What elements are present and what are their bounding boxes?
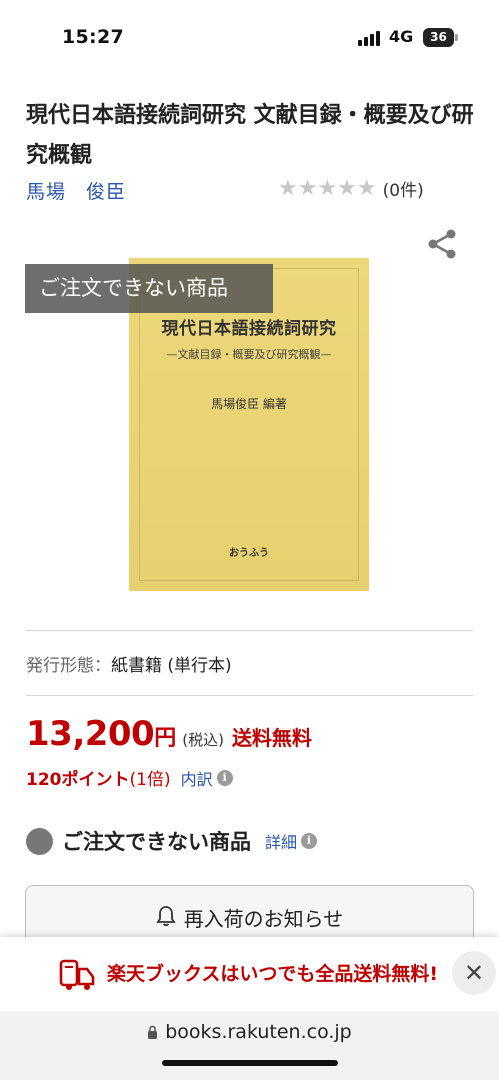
unavailable-overlay: ご注文できない商品 <box>25 264 273 313</box>
cover-title: 現代日本語接続詞研究 <box>161 319 337 339</box>
info-icon[interactable]: i <box>216 769 233 786</box>
bell-icon <box>156 906 176 927</box>
info-icon[interactable]: i <box>301 833 318 849</box>
cover-subtitle: —文献目録・概要及び研究概観— <box>166 348 332 361</box>
detail-link[interactable]: 詳細 <box>265 829 297 853</box>
price-row: 13,200 円 (税込) 送料無料 <box>26 714 312 754</box>
divider <box>26 695 473 696</box>
status-dot-icon <box>26 827 53 855</box>
availability-text: ご注文できない商品 <box>62 830 251 854</box>
home-indicator[interactable] <box>162 1060 338 1066</box>
points-row: 120ポイント (1倍) 内訳 i <box>26 765 233 790</box>
truck-icon <box>59 959 95 990</box>
battery-tip <box>455 34 458 41</box>
lock-icon <box>148 1025 158 1039</box>
availability-status: ご注文できない商品 詳細 i <box>26 826 318 856</box>
status-time: 15:27 <box>62 26 124 48</box>
status-bar: 15:27 4G 36 <box>0 0 499 76</box>
network-type: 4G <box>389 27 414 46</box>
url-text: books.rakuten.co.jp <box>165 1021 352 1043</box>
divider <box>26 630 473 631</box>
browser-url-bar[interactable]: books.rakuten.co.jp <box>0 1011 499 1080</box>
free-shipping-label: 送料無料 <box>231 726 312 750</box>
format-row: 発行形態：紙書籍 (単行本) <box>26 651 232 676</box>
format-value: 紙書籍 (単行本) <box>111 656 232 676</box>
cover-editor: 馬場俊臣 編著 <box>211 397 287 411</box>
format-label: 発行形態： <box>26 656 111 676</box>
close-icon[interactable]: ✕ <box>452 951 496 995</box>
review-count: (0件) <box>382 181 424 201</box>
tax-note: (税込) <box>182 731 224 749</box>
promo-text: 楽天ブックスはいつでも全品送料無料! <box>107 963 439 985</box>
share-icon[interactable] <box>424 226 460 262</box>
product-title: 現代日本語接続詞研究 文献目録・概要及び研究概観 <box>26 103 474 168</box>
signal-icon <box>358 30 384 46</box>
rating-stars: ★★★★★ <box>278 176 377 201</box>
price-unit: 円 <box>154 726 177 751</box>
promo-banner[interactable]: 楽天ブックスはいつでも全品送料無料! ✕ <box>0 937 499 1011</box>
price-amount: 13,200 <box>26 714 155 754</box>
battery-icon: 36 <box>423 28 454 47</box>
url-content: books.rakuten.co.jp <box>0 1021 499 1043</box>
points-breakdown-link[interactable]: 内訳 <box>181 766 213 790</box>
author-link[interactable]: 馬場 俊臣 <box>26 177 126 204</box>
points-amount: 120ポイント <box>26 770 130 790</box>
rating[interactable]: ★★★★★ (0件) <box>278 176 424 201</box>
restock-label: 再入荷のお知らせ <box>183 907 344 931</box>
cover-publisher: おうふう <box>229 548 269 559</box>
points-multiplier: (1倍) <box>129 770 171 790</box>
